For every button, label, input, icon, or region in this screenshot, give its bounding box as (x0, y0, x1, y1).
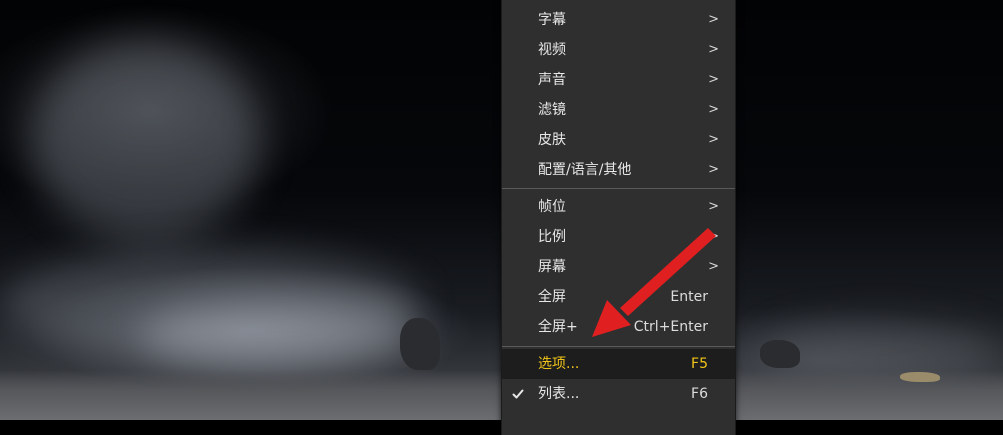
menu-item-screen[interactable]: 屏幕 > (502, 252, 735, 282)
menu-item-label: 字幕 (538, 12, 566, 28)
menu-item-playlist[interactable]: 列表... F6 (502, 379, 735, 409)
menu-item-label: 视频 (538, 42, 566, 58)
menu-item-label: 配置/语言/其他 (538, 162, 632, 178)
smoke-cloud (30, 40, 260, 240)
menu-item-frame-position[interactable]: 帧位 > (502, 192, 735, 222)
menu-separator (502, 188, 735, 189)
submenu-arrow-icon: > (708, 72, 719, 87)
menu-item-audio[interactable]: 声音 > (502, 65, 735, 95)
menu-item-options[interactable]: 选项... F5 (502, 349, 735, 379)
rock (760, 340, 800, 368)
menu-item-shortcut: Enter (670, 289, 708, 305)
menu-item-shortcut: Ctrl+Enter (633, 319, 708, 335)
submenu-arrow-icon: > (708, 259, 719, 274)
submenu-arrow-icon: > (708, 102, 719, 117)
rock (400, 318, 440, 370)
submenu-arrow-icon: > (708, 12, 719, 27)
submenu-arrow-icon: > (708, 199, 719, 214)
menu-item-label: 全屏 (538, 289, 566, 305)
submenu-arrow-icon: > (708, 42, 719, 57)
menu-item-fullscreen[interactable]: 全屏 Enter (502, 282, 735, 312)
context-menu: 字幕 > 视频 > 声音 > 滤镜 > 皮肤 > 配置/语言/其他 > 帧位 >… (501, 0, 736, 435)
menu-item-label: 全屏+ (538, 319, 578, 335)
menu-item-label: 帧位 (538, 199, 566, 215)
submenu-arrow-icon: > (708, 229, 719, 244)
menu-item-label: 选项... (538, 356, 580, 372)
menu-item-video[interactable]: 视频 > (502, 35, 735, 65)
submenu-arrow-icon: > (708, 162, 719, 177)
menu-item-label: 列表... (538, 386, 580, 402)
menu-item-label: 比例 (538, 229, 566, 245)
menu-item-label: 滤镜 (538, 102, 566, 118)
rock (900, 372, 940, 382)
menu-item-shortcut: F6 (691, 386, 708, 402)
checkmark-icon (512, 389, 524, 399)
menu-item-config-language-other[interactable]: 配置/语言/其他 > (502, 155, 735, 185)
menu-item-filters[interactable]: 滤镜 > (502, 95, 735, 125)
menu-item-fullscreen-plus[interactable]: 全屏+ Ctrl+Enter (502, 312, 735, 342)
menu-separator (502, 346, 735, 347)
menu-item-skins[interactable]: 皮肤 > (502, 125, 735, 155)
menu-item-label: 屏幕 (538, 259, 566, 275)
menu-item-aspect-ratio[interactable]: 比例 > (502, 222, 735, 252)
submenu-arrow-icon: > (708, 132, 719, 147)
menu-item-shortcut: F5 (691, 356, 708, 372)
menu-item-subtitles[interactable]: 字幕 > (502, 5, 735, 35)
menu-item-label: 皮肤 (538, 132, 566, 148)
smoke-cloud (140, 300, 420, 370)
menu-item-label: 声音 (538, 72, 566, 88)
